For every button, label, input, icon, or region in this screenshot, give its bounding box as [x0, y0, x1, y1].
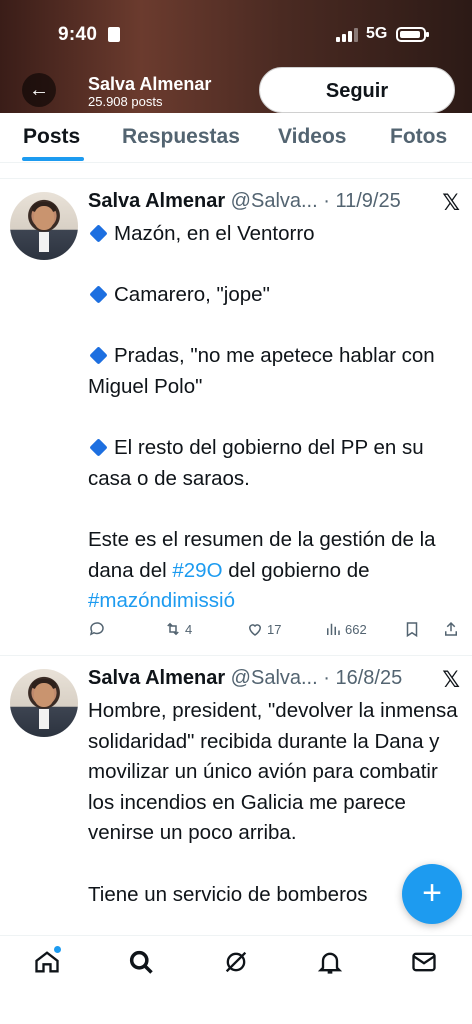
- post-actions: 4 17 662: [88, 620, 460, 644]
- x-logo-icon: 𝕏: [442, 190, 460, 215]
- post-meta: Salva Almenar @Salva... · 11/9/25: [88, 190, 401, 213]
- list-item: Mazón, en el Ventorro: [88, 219, 460, 250]
- profile-tabs: Posts Respuestas Videos Fotos: [0, 113, 472, 163]
- mail-icon: [412, 952, 436, 972]
- bell-icon: [317, 952, 343, 974]
- status-bar: 9:40 5G: [0, 22, 472, 48]
- like-button[interactable]: 17: [246, 620, 281, 638]
- tab-posts[interactable]: Posts: [23, 125, 80, 149]
- author-handle: @Salva...: [230, 667, 318, 689]
- notification-dot: [54, 946, 61, 953]
- x-logo-icon: 𝕏: [442, 667, 460, 692]
- nav-notifications[interactable]: [316, 948, 344, 976]
- avatar[interactable]: [10, 192, 78, 260]
- header-posts-count: 25.908 posts: [88, 94, 163, 109]
- bottom-nav: [0, 935, 472, 1024]
- share-button[interactable]: [442, 620, 460, 638]
- blue-diamond-icon: [89, 438, 108, 457]
- search-icon: [129, 950, 153, 974]
- nav-home[interactable]: [33, 946, 61, 976]
- status-time: 9:40: [58, 24, 98, 45]
- post-card[interactable]: Salva Almenar @Salva... · 11/9/25 𝕏 Mazó…: [0, 179, 472, 656]
- list-item: Camarero, "jope": [88, 280, 460, 311]
- post-date: · 11/9/25: [323, 190, 401, 212]
- plus-icon: +: [422, 874, 442, 912]
- bookmark-button[interactable]: [403, 620, 421, 638]
- tab-fotos[interactable]: Fotos: [390, 125, 447, 149]
- id-badge-icon: [108, 27, 120, 42]
- post-date: · 16/8/25: [323, 667, 403, 689]
- list-item: El resto del gobierno del PP en su casa …: [88, 436, 424, 490]
- header-name: Salva Almenar: [88, 74, 212, 94]
- tab-respuestas[interactable]: Respuestas: [122, 125, 240, 149]
- author-name[interactable]: Salva Almenar: [88, 667, 225, 689]
- back-button[interactable]: ←: [22, 73, 56, 107]
- repost-button[interactable]: 4: [164, 620, 192, 638]
- reply-button[interactable]: [88, 620, 109, 638]
- post-text: Mazón, en el Ventorro Camarero, "jope" P…: [88, 219, 460, 617]
- blue-diamond-icon: [89, 224, 108, 243]
- arrow-left-icon: ←: [29, 79, 49, 101]
- blue-diamond-icon: [89, 346, 108, 366]
- post-meta: Salva Almenar @Salva... · 16/8/25: [88, 667, 402, 690]
- hashtag-link[interactable]: #mazóndimissió: [88, 589, 235, 612]
- list-item: Pradas, "no me apetece hablar con Miguel…: [88, 344, 435, 398]
- follow-button[interactable]: Seguir: [259, 67, 455, 113]
- nav-messages[interactable]: [410, 948, 438, 976]
- post-text: Hombre, president, "devolver la inmensa …: [88, 696, 460, 910]
- grok-icon: [225, 951, 247, 973]
- views-button[interactable]: 662: [324, 620, 367, 638]
- tab-videos[interactable]: Videos: [278, 125, 346, 149]
- bar-chart-icon: [327, 623, 340, 635]
- active-tab-indicator: [22, 157, 84, 161]
- author-name[interactable]: Salva Almenar: [88, 190, 225, 212]
- share-icon: [445, 621, 457, 636]
- author-handle: @Salva...: [230, 190, 318, 212]
- blue-diamond-icon: [89, 285, 108, 304]
- heart-icon: [248, 624, 262, 636]
- signal-icon: [336, 28, 358, 42]
- paragraph: Hombre, president, "devolver la inmensa …: [88, 699, 458, 845]
- hashtag-link[interactable]: #29O: [172, 559, 222, 582]
- reply-icon: [89, 622, 104, 636]
- bookmark-icon: [406, 622, 418, 638]
- compose-button[interactable]: +: [402, 864, 462, 924]
- nav-search[interactable]: [127, 948, 155, 976]
- network-label: 5G: [366, 25, 388, 42]
- nav-grok[interactable]: [222, 948, 250, 976]
- closing-paragraph: Este es el resumen de la gestión de la d…: [88, 527, 436, 613]
- feed-separator: [0, 163, 472, 179]
- avatar[interactable]: [10, 669, 78, 737]
- repost-icon: [167, 622, 179, 636]
- battery-icon: [396, 27, 429, 42]
